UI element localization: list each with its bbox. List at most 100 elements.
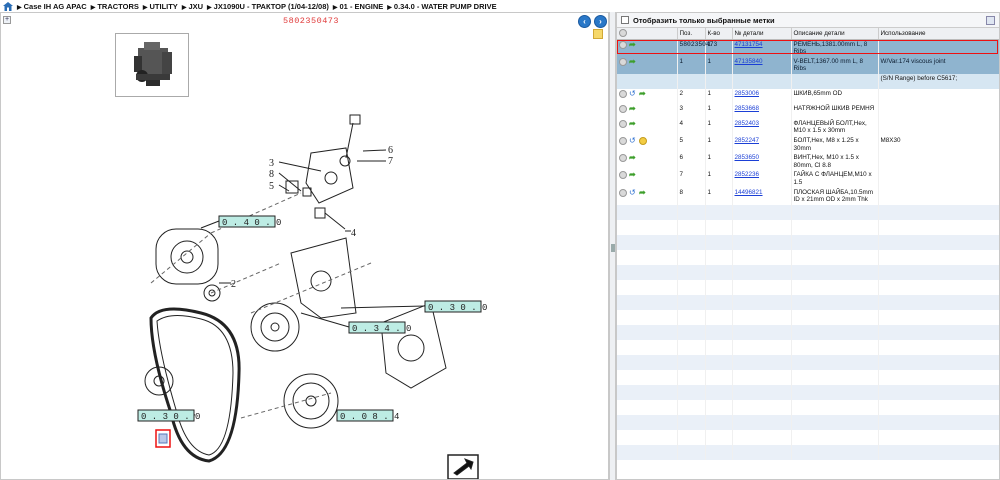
svg-text:0 . 4 0 . 0: 0 . 4 0 . 0 [222, 218, 281, 228]
part-number-link[interactable]: 2852236 [735, 171, 760, 178]
column-header[interactable]: Использование [878, 28, 999, 40]
info-icon[interactable] [619, 57, 627, 66]
part-number-link[interactable]: 2853006 [735, 90, 760, 97]
part-number-cell: 2853650 [732, 153, 792, 171]
empty-row [617, 444, 999, 460]
callout-030-left[interactable]: 0 . 3 0 . 0 [137, 409, 200, 422]
usage-cell: W/Var.174 viscous joint [878, 56, 999, 74]
column-header[interactable]: Описание детали [791, 28, 879, 40]
quantity-cell: 1 [705, 88, 733, 104]
part-number-link[interactable]: 2853668 [735, 105, 760, 112]
home-icon[interactable] [3, 1, 13, 11]
part-number-cell: 47131754 [732, 39, 792, 57]
position-cell: 5802350473 [677, 39, 717, 57]
position-cell: 4 [677, 118, 706, 137]
add-to-cart-icon[interactable]: ➦ [639, 188, 647, 197]
info-icon[interactable] [619, 29, 627, 38]
replace-icon[interactable]: ↺ [629, 89, 637, 98]
table-row[interactable]: ↺ ➦ 2 1 2853006 ШКИВ,65mm OD [617, 88, 999, 104]
table-row[interactable]: ➦ 3 1 2853668 НАТЯЖНОЙ ШКИВ РЕМНЯ [617, 103, 999, 119]
breadcrumb-item[interactable]: 01 - ENGINE [340, 2, 384, 11]
breadcrumb-item[interactable]: JXU [188, 2, 203, 11]
breadcrumb-item[interactable]: JX1090U - ТРАКТОР (1/04-12/08) [214, 2, 329, 11]
info-icon[interactable] [619, 40, 627, 49]
column-header[interactable]: Поз. [677, 28, 706, 40]
breadcrumb-arrow-icon: ▶ [332, 4, 338, 11]
exploded-parts-diagram: 0 . 4 0 . 0 0 . 3 0 . 0 0 . 3 4 . 0 0 . … [137, 114, 487, 479]
breadcrumb-item[interactable]: 0.34.0 - WATER PUMP DRIVE [394, 2, 497, 11]
column-header[interactable]: № детали [732, 28, 792, 40]
position-number: 4 [351, 228, 356, 239]
info-icon[interactable] [619, 188, 627, 197]
add-to-cart-icon[interactable]: ➦ [629, 171, 637, 179]
settings-icon[interactable] [986, 16, 995, 25]
quantity-cell [705, 73, 733, 89]
callout-034[interactable]: 0 . 3 4 . 0 [348, 321, 411, 334]
usage-cell [878, 88, 999, 104]
part-number-cell: 14496821 [732, 187, 792, 205]
add-to-cart-icon[interactable]: ➦ [629, 104, 637, 113]
add-to-cart-icon[interactable]: ➦ [639, 89, 647, 98]
row-icons [617, 73, 678, 89]
table-row[interactable]: (S/N Range) before C5617; [617, 73, 999, 89]
row-icons: ↺ ➦ [617, 187, 678, 205]
part-number-cell: 47135840 [732, 56, 792, 74]
callout-084[interactable]: 0 . 0 8 . 4 [336, 409, 399, 422]
empty-row [617, 414, 999, 430]
table-row[interactable]: ➦ 5802350473 1 47131754 РЕМЕНЬ,1381.00mm L, … [617, 39, 999, 57]
table-row[interactable]: ➦ 1 1 47135840 V-BELT,1367.00 mm L, 8 Ribs W/… [617, 56, 999, 74]
svg-text:0 . 3 4 . 0: 0 . 3 4 . 0 [352, 324, 411, 334]
add-to-cart-icon[interactable]: ➦ [629, 57, 637, 66]
pane-splitter[interactable] [609, 12, 616, 480]
part-number-link[interactable]: 14496821 [735, 189, 763, 196]
breadcrumb: ▶ Case IH AG APAC ▶ TRACTORS ▶ UTILITY ▶ JXU ▶ JX… [0, 0, 1000, 12]
show-selected-checkbox[interactable] [621, 16, 629, 24]
info-icon[interactable] [619, 171, 627, 180]
part-number-link[interactable]: 2852403 [735, 120, 760, 127]
position-cell: 6 [677, 153, 706, 171]
table-row[interactable]: ➦ 6 1 2853650 ВИНТ,Hex, M10 x 1.5 x 80mm, Cl… [617, 153, 999, 171]
empty-row [617, 384, 999, 400]
table-row[interactable]: ↺ ➦ 8 1 14496821 ПЛОСКАЯ ШАЙБА,10.5mm ID x 21… [617, 187, 999, 205]
part-number-link[interactable]: 47131754 [735, 41, 763, 48]
quantity-cell: 1 [705, 153, 733, 171]
description-cell: РЕМЕНЬ,1381.00mm L, 8 Ribs [791, 39, 879, 57]
column-header[interactable] [617, 28, 678, 40]
replace-icon[interactable]: ↺ [629, 188, 637, 197]
info-icon[interactable] [619, 154, 627, 163]
callout-040[interactable]: 0 . 4 0 . 0 [218, 215, 281, 228]
info-icon[interactable] [619, 137, 627, 146]
empty-row [617, 279, 999, 295]
part-number-cell: 2852236 [732, 170, 792, 188]
breadcrumb-item[interactable]: Case IH AG APAC [24, 2, 87, 11]
row-icons: ➦ [617, 118, 678, 137]
empty-row [617, 234, 999, 250]
add-to-cart-icon[interactable]: ➦ [629, 119, 637, 128]
table-row[interactable]: ➦ 4 1 2852403 ФЛАНЦЕВЫЙ БОЛТ,Hex, M10 x 1.5 … [617, 118, 999, 137]
row-icons: ↺ [617, 136, 678, 154]
parts-list-pane: Отобразить только выбранные метки Поз. К-… [616, 12, 1000, 480]
position-cell: 1 [677, 56, 706, 74]
table-row[interactable]: ➦ 7 1 2852236 ГАЙКА С ФЛАНЦЕМ,M10 x 1.5 [617, 170, 999, 188]
part-number-cell [732, 73, 792, 89]
svg-text:0 . 0 8 . 4: 0 . 0 8 . 4 [340, 412, 399, 422]
part-number-link[interactable]: 47135840 [735, 58, 763, 65]
note-icon[interactable] [639, 137, 647, 146]
position-cell [677, 73, 706, 89]
breadcrumb-item[interactable]: TRACTORS [97, 2, 139, 11]
replace-icon[interactable]: ↺ [629, 137, 637, 145]
diagram-pane: + 5802350473 ‹ › 0 . 4 0 . 0 0 . 3 0 . 0… [0, 12, 609, 480]
empty-row [617, 309, 999, 325]
part-number-link[interactable]: 2853650 [735, 154, 760, 161]
info-icon[interactable] [619, 104, 627, 113]
column-header[interactable]: К-во [705, 28, 733, 40]
callout-030[interactable]: 0 . 3 0 . 0 [424, 300, 487, 313]
add-to-cart-icon[interactable]: ➦ [629, 40, 637, 49]
part-number-link[interactable]: 2852247 [735, 137, 760, 144]
breadcrumb-item[interactable]: UTILITY [149, 2, 177, 11]
add-to-cart-icon[interactable]: ➦ [629, 154, 637, 162]
info-icon[interactable] [619, 89, 627, 98]
table-row[interactable]: ↺ 5 1 2852247 БОЛТ,Hex, M8 x 1.25 x 30mm M8X3… [617, 136, 999, 154]
info-icon[interactable] [619, 119, 627, 128]
usage-cell: (S/N Range) before C5617; [878, 73, 999, 89]
